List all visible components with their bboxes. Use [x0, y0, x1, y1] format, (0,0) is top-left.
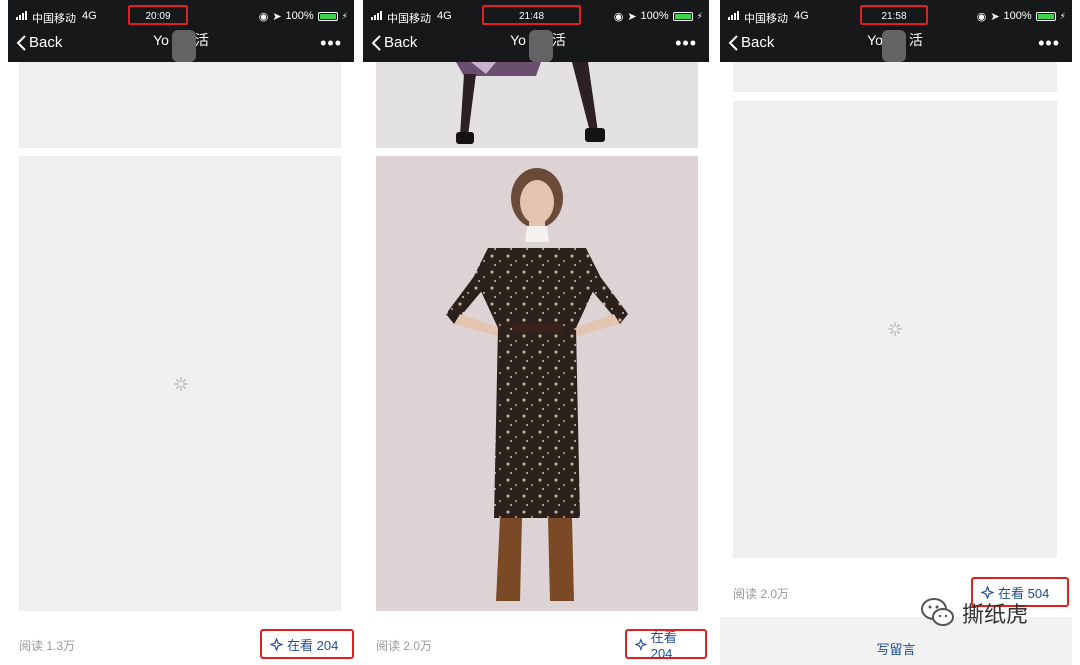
status-time: 21:48 — [518, 11, 545, 22]
title-start: Yo — [153, 32, 169, 48]
carrier-name: 中国移动 — [744, 13, 788, 25]
back-button[interactable]: Back — [371, 34, 417, 51]
charging-icon: ⚡ — [341, 10, 348, 21]
battery-icon — [672, 11, 693, 21]
looking-sparkle-icon — [270, 637, 283, 651]
title-end: 活 — [908, 32, 923, 48]
watermark-text: 撕纸虎 — [962, 602, 1029, 627]
status-bar: 中国移动 4G 21:48 ◉ ➤ 100% ⚡ — [363, 0, 709, 30]
lock-rotation-icon: ◉ — [613, 10, 624, 23]
more-button[interactable]: ••• — [320, 34, 342, 52]
looking-label: 在看 204 — [287, 637, 339, 653]
network-type: 4G — [437, 10, 452, 22]
time-highlight: 20:09 — [128, 5, 188, 25]
signal-icon — [728, 11, 742, 20]
signal-icon — [16, 11, 30, 20]
back-label: Back — [29, 34, 63, 51]
wechat-logo-icon — [921, 598, 954, 626]
product-photo — [376, 156, 698, 611]
back-chevron-icon — [728, 34, 738, 51]
carrier-name: 中国移动 — [387, 13, 431, 25]
back-label: Back — [741, 34, 775, 51]
read-count: 阅读 1.3万 — [19, 639, 76, 653]
battery-percent: 100% — [1003, 10, 1032, 22]
title-redaction — [529, 30, 553, 62]
location-arrow-icon: ➤ — [627, 10, 637, 23]
model-illustration — [376, 156, 698, 611]
more-button[interactable]: ••• — [675, 34, 697, 52]
write-comment-label: 写留言 — [876, 642, 916, 657]
looking-button[interactable]: 在看 204 — [625, 629, 707, 661]
title-start: Yo — [510, 32, 526, 48]
lock-rotation-icon: ◉ — [258, 10, 269, 23]
battery-icon — [1035, 11, 1056, 21]
status-right: ◉ ➤ 100% ⚡ — [613, 10, 703, 23]
read-count: 阅读 2.0万 — [733, 587, 790, 601]
time-highlight: 21:48 — [482, 5, 581, 25]
title-end: 活 — [551, 32, 566, 48]
spinner-icon — [174, 377, 188, 391]
back-chevron-icon — [16, 34, 26, 51]
battery-percent: 100% — [640, 10, 669, 22]
screenshot-panel-1: 中国移动 4G 20:09 ◉ ➤ 100% ⚡ Back Yo 活 ••• 阅… — [8, 0, 354, 665]
status-time: 20:09 — [145, 11, 171, 22]
lock-rotation-icon: ◉ — [976, 10, 987, 23]
battery-icon — [317, 11, 338, 21]
network-type: 4G — [82, 10, 97, 22]
back-label: Back — [384, 34, 418, 51]
legs-illustration — [376, 62, 698, 148]
status-time: 21:58 — [881, 11, 907, 22]
image-placeholder — [19, 62, 341, 148]
charging-icon: ⚡ — [696, 10, 703, 21]
looking-button[interactable]: 在看 204 — [260, 629, 354, 659]
status-bar: 中国移动 4G 20:09 ◉ ➤ 100% ⚡ — [8, 0, 354, 30]
nav-bar: 中国移动 4G 21:58 ◉ ➤ 100% ⚡ Back Yo 活 ••• — [720, 0, 1072, 62]
carrier-name: 中国移动 — [32, 13, 76, 25]
looking-sparkle-icon — [635, 637, 647, 651]
watermark: 撕纸虎 — [920, 596, 1028, 630]
nav-bar: 中国移动 4G 21:48 ◉ ➤ 100% ⚡ Back Yo 活 ••• — [363, 0, 709, 62]
status-right: ◉ ➤ 100% ⚡ — [976, 10, 1066, 23]
location-arrow-icon: ➤ — [272, 10, 282, 23]
back-button[interactable]: Back — [728, 34, 774, 51]
status-bar: 中国移动 4G 21:58 ◉ ➤ 100% ⚡ — [720, 0, 1072, 30]
network-type: 4G — [794, 10, 809, 22]
screenshot-panel-3: 中国移动 4G 21:58 ◉ ➤ 100% ⚡ Back Yo 活 ••• 阅… — [720, 0, 1072, 665]
time-highlight: 21:58 — [860, 5, 928, 25]
charging-icon: ⚡ — [1059, 10, 1066, 21]
status-right: ◉ ➤ 100% ⚡ — [258, 10, 348, 23]
more-button[interactable]: ••• — [1038, 34, 1060, 52]
title-end: 活 — [194, 32, 209, 48]
back-chevron-icon — [371, 34, 381, 51]
signal-icon — [371, 11, 385, 20]
nav-bar: 中国移动 4G 20:09 ◉ ➤ 100% ⚡ Back Yo 活 ••• — [8, 0, 354, 62]
title-start: Yo — [867, 32, 883, 48]
product-photo-top — [376, 62, 698, 148]
read-count: 阅读 2.0万 — [376, 639, 433, 653]
back-button[interactable]: Back — [16, 34, 62, 51]
title-redaction — [882, 30, 906, 62]
image-placeholder — [733, 62, 1057, 92]
title-redaction — [172, 30, 196, 62]
battery-percent: 100% — [285, 10, 314, 22]
screenshot-panel-2: 中国移动 4G 21:48 ◉ ➤ 100% ⚡ Back Yo 活 ••• 阅… — [363, 0, 709, 665]
spinner-icon — [888, 322, 902, 336]
location-arrow-icon: ➤ — [990, 10, 1000, 23]
looking-label: 在看 204 — [650, 630, 677, 661]
